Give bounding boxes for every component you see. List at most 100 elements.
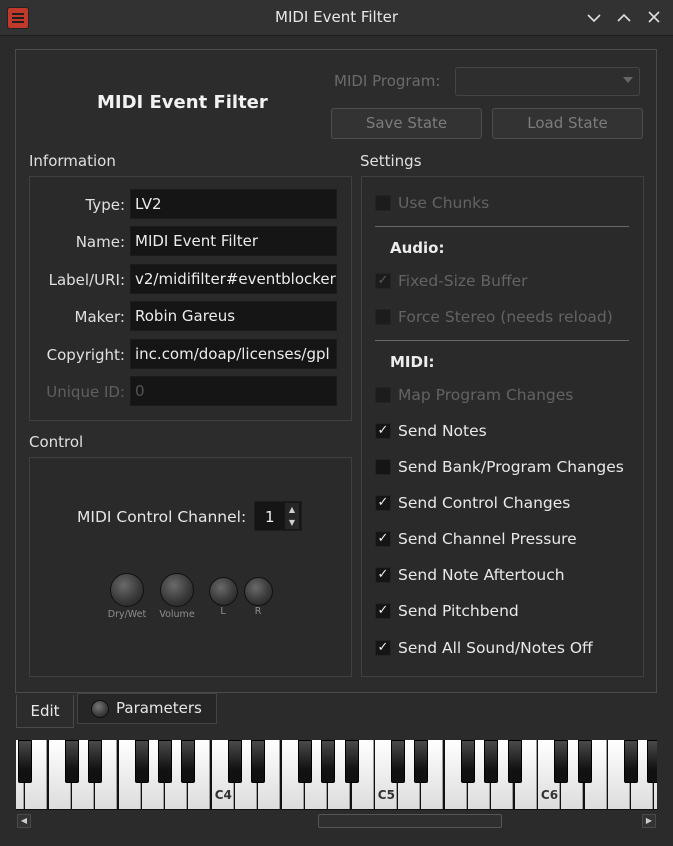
copyright-field[interactable]: inc.com/doap/licenses/gpl <box>130 339 337 369</box>
balance-left-label: L <box>220 606 226 617</box>
send-all-sound-notes-off-checkbox[interactable]: ✓ <box>375 640 391 656</box>
unique-id-field: 0 <box>130 376 337 406</box>
black-key[interactable] <box>624 740 639 783</box>
control-group <box>29 457 352 677</box>
volume-label: Volume <box>159 609 195 620</box>
black-key[interactable] <box>321 740 336 783</box>
scroll-left-icon[interactable]: ◀ <box>17 814 31 828</box>
midi-control-channel-label: MIDI Control Channel: <box>77 508 247 526</box>
force-stereo-label: Force Stereo (needs reload) <box>398 308 613 326</box>
send-bank-program-changes-label[interactable]: Send Bank/Program Changes <box>398 458 624 476</box>
unique-id-label: Unique ID: <box>46 383 125 401</box>
send-notes-label[interactable]: Send Notes <box>398 422 487 440</box>
chevron-up-icon <box>617 13 631 22</box>
send-note-aftertouch-label[interactable]: Send Note Aftertouch <box>398 566 565 584</box>
black-key[interactable] <box>577 740 592 783</box>
type-label: Type: <box>85 196 125 214</box>
midi-control-channel-value: 1 <box>265 508 275 526</box>
maximize-button[interactable] <box>613 8 635 28</box>
balance-right-knob[interactable] <box>244 577 273 606</box>
name-label: Name: <box>75 233 125 251</box>
spin-up-icon[interactable]: ▲ <box>285 503 299 516</box>
use-chunks-checkbox <box>375 195 391 211</box>
window-title: MIDI Event Filter <box>275 8 398 26</box>
type-field[interactable]: LV2 <box>130 189 337 219</box>
black-key[interactable] <box>64 740 79 783</box>
close-icon <box>648 11 660 23</box>
black-key[interactable] <box>647 740 657 783</box>
black-key[interactable] <box>484 740 499 783</box>
scrollbar-thumb[interactable] <box>318 814 502 828</box>
tab-parameters[interactable]: Parameters <box>77 693 217 724</box>
settings-divider <box>375 226 629 227</box>
copyright-label: Copyright: <box>46 346 125 364</box>
black-key[interactable] <box>158 740 173 783</box>
octave-label: C5 <box>377 788 395 802</box>
black-key[interactable] <box>228 740 242 783</box>
black-key[interactable] <box>507 740 522 783</box>
piano-keyboard[interactable]: C4 C5 C6 <box>16 740 657 810</box>
midi-control-channel-spinbox[interactable]: 1 ▲ ▼ <box>254 501 302 531</box>
name-field[interactable]: MIDI Event Filter <box>130 226 337 256</box>
volume-knob[interactable] <box>160 573 194 607</box>
black-key[interactable] <box>88 740 103 783</box>
information-heading: Information <box>29 152 116 170</box>
black-key[interactable] <box>18 740 33 783</box>
control-heading: Control <box>29 433 84 451</box>
black-key[interactable] <box>251 740 266 783</box>
send-pitchbend-label[interactable]: Send Pitchbend <box>398 602 519 620</box>
black-key[interactable] <box>134 740 149 783</box>
spin-down-icon[interactable]: ▼ <box>285 516 299 529</box>
settings-divider <box>375 340 629 341</box>
send-bank-program-changes-checkbox[interactable] <box>375 459 391 475</box>
led-icon <box>91 700 109 718</box>
use-chunks-label: Use Chunks <box>398 194 490 212</box>
dry-wet-knob[interactable] <box>110 573 144 607</box>
black-key[interactable] <box>297 740 312 783</box>
send-control-changes-label[interactable]: Send Control Changes <box>398 494 570 512</box>
send-channel-pressure-checkbox[interactable]: ✓ <box>375 531 391 547</box>
audio-heading: Audio: <box>390 239 445 257</box>
map-program-changes-checkbox <box>375 387 391 403</box>
midi-program-select[interactable] <box>455 67 640 96</box>
balance-left-knob[interactable] <box>209 577 238 606</box>
load-state-button[interactable]: Load State <box>492 108 643 139</box>
tab-edit[interactable]: Edit <box>16 695 74 728</box>
balance-right-label: R <box>254 606 262 617</box>
send-all-sound-notes-off-label[interactable]: Send All Sound/Notes Off <box>398 639 593 657</box>
scroll-right-icon[interactable]: ▶ <box>642 814 656 828</box>
close-button[interactable] <box>643 8 665 28</box>
send-note-aftertouch-checkbox[interactable]: ✓ <box>375 567 391 583</box>
force-stereo-checkbox <box>375 309 391 325</box>
tab-parameters-label: Parameters <box>116 699 202 717</box>
octave-label: C6 <box>540 788 559 802</box>
black-key[interactable] <box>181 740 196 783</box>
send-control-changes-checkbox[interactable]: ✓ <box>375 495 391 511</box>
black-key[interactable] <box>414 740 429 783</box>
fixed-size-buffer-label: Fixed-Size Buffer <box>398 272 528 290</box>
maker-field[interactable]: Robin Gareus <box>130 301 337 331</box>
label-uri-label: Label/URI: <box>48 271 125 289</box>
dry-wet-label: Dry/Wet <box>107 609 147 620</box>
save-state-button[interactable]: Save State <box>331 108 482 139</box>
minimize-button[interactable] <box>583 8 605 28</box>
send-notes-checkbox[interactable]: ✓ <box>375 423 391 439</box>
chevron-down-icon <box>587 14 601 23</box>
send-pitchbend-checkbox[interactable]: ✓ <box>375 603 391 619</box>
keyboard-scrollbar[interactable]: ◀ ▶ <box>16 813 657 829</box>
maker-label: Maker: <box>74 308 125 326</box>
map-program-changes-label: Map Program Changes <box>398 386 574 404</box>
chevron-down-icon <box>623 77 633 83</box>
black-key[interactable] <box>461 740 475 783</box>
plugin-name: MIDI Event Filter <box>97 92 268 113</box>
label-uri-field[interactable]: v2/midifilter#eventblocker <box>130 264 337 294</box>
octave-label: C4 <box>214 788 232 802</box>
send-channel-pressure-label[interactable]: Send Channel Pressure <box>398 530 577 548</box>
title-bar: MIDI Event Filter <box>0 0 673 36</box>
settings-heading: Settings <box>360 152 422 170</box>
midi-heading: MIDI: <box>390 353 435 371</box>
black-key[interactable] <box>391 740 406 783</box>
black-key[interactable] <box>344 740 359 783</box>
black-key[interactable] <box>554 740 569 783</box>
fixed-size-buffer-checkbox: ✓ <box>375 273 391 289</box>
